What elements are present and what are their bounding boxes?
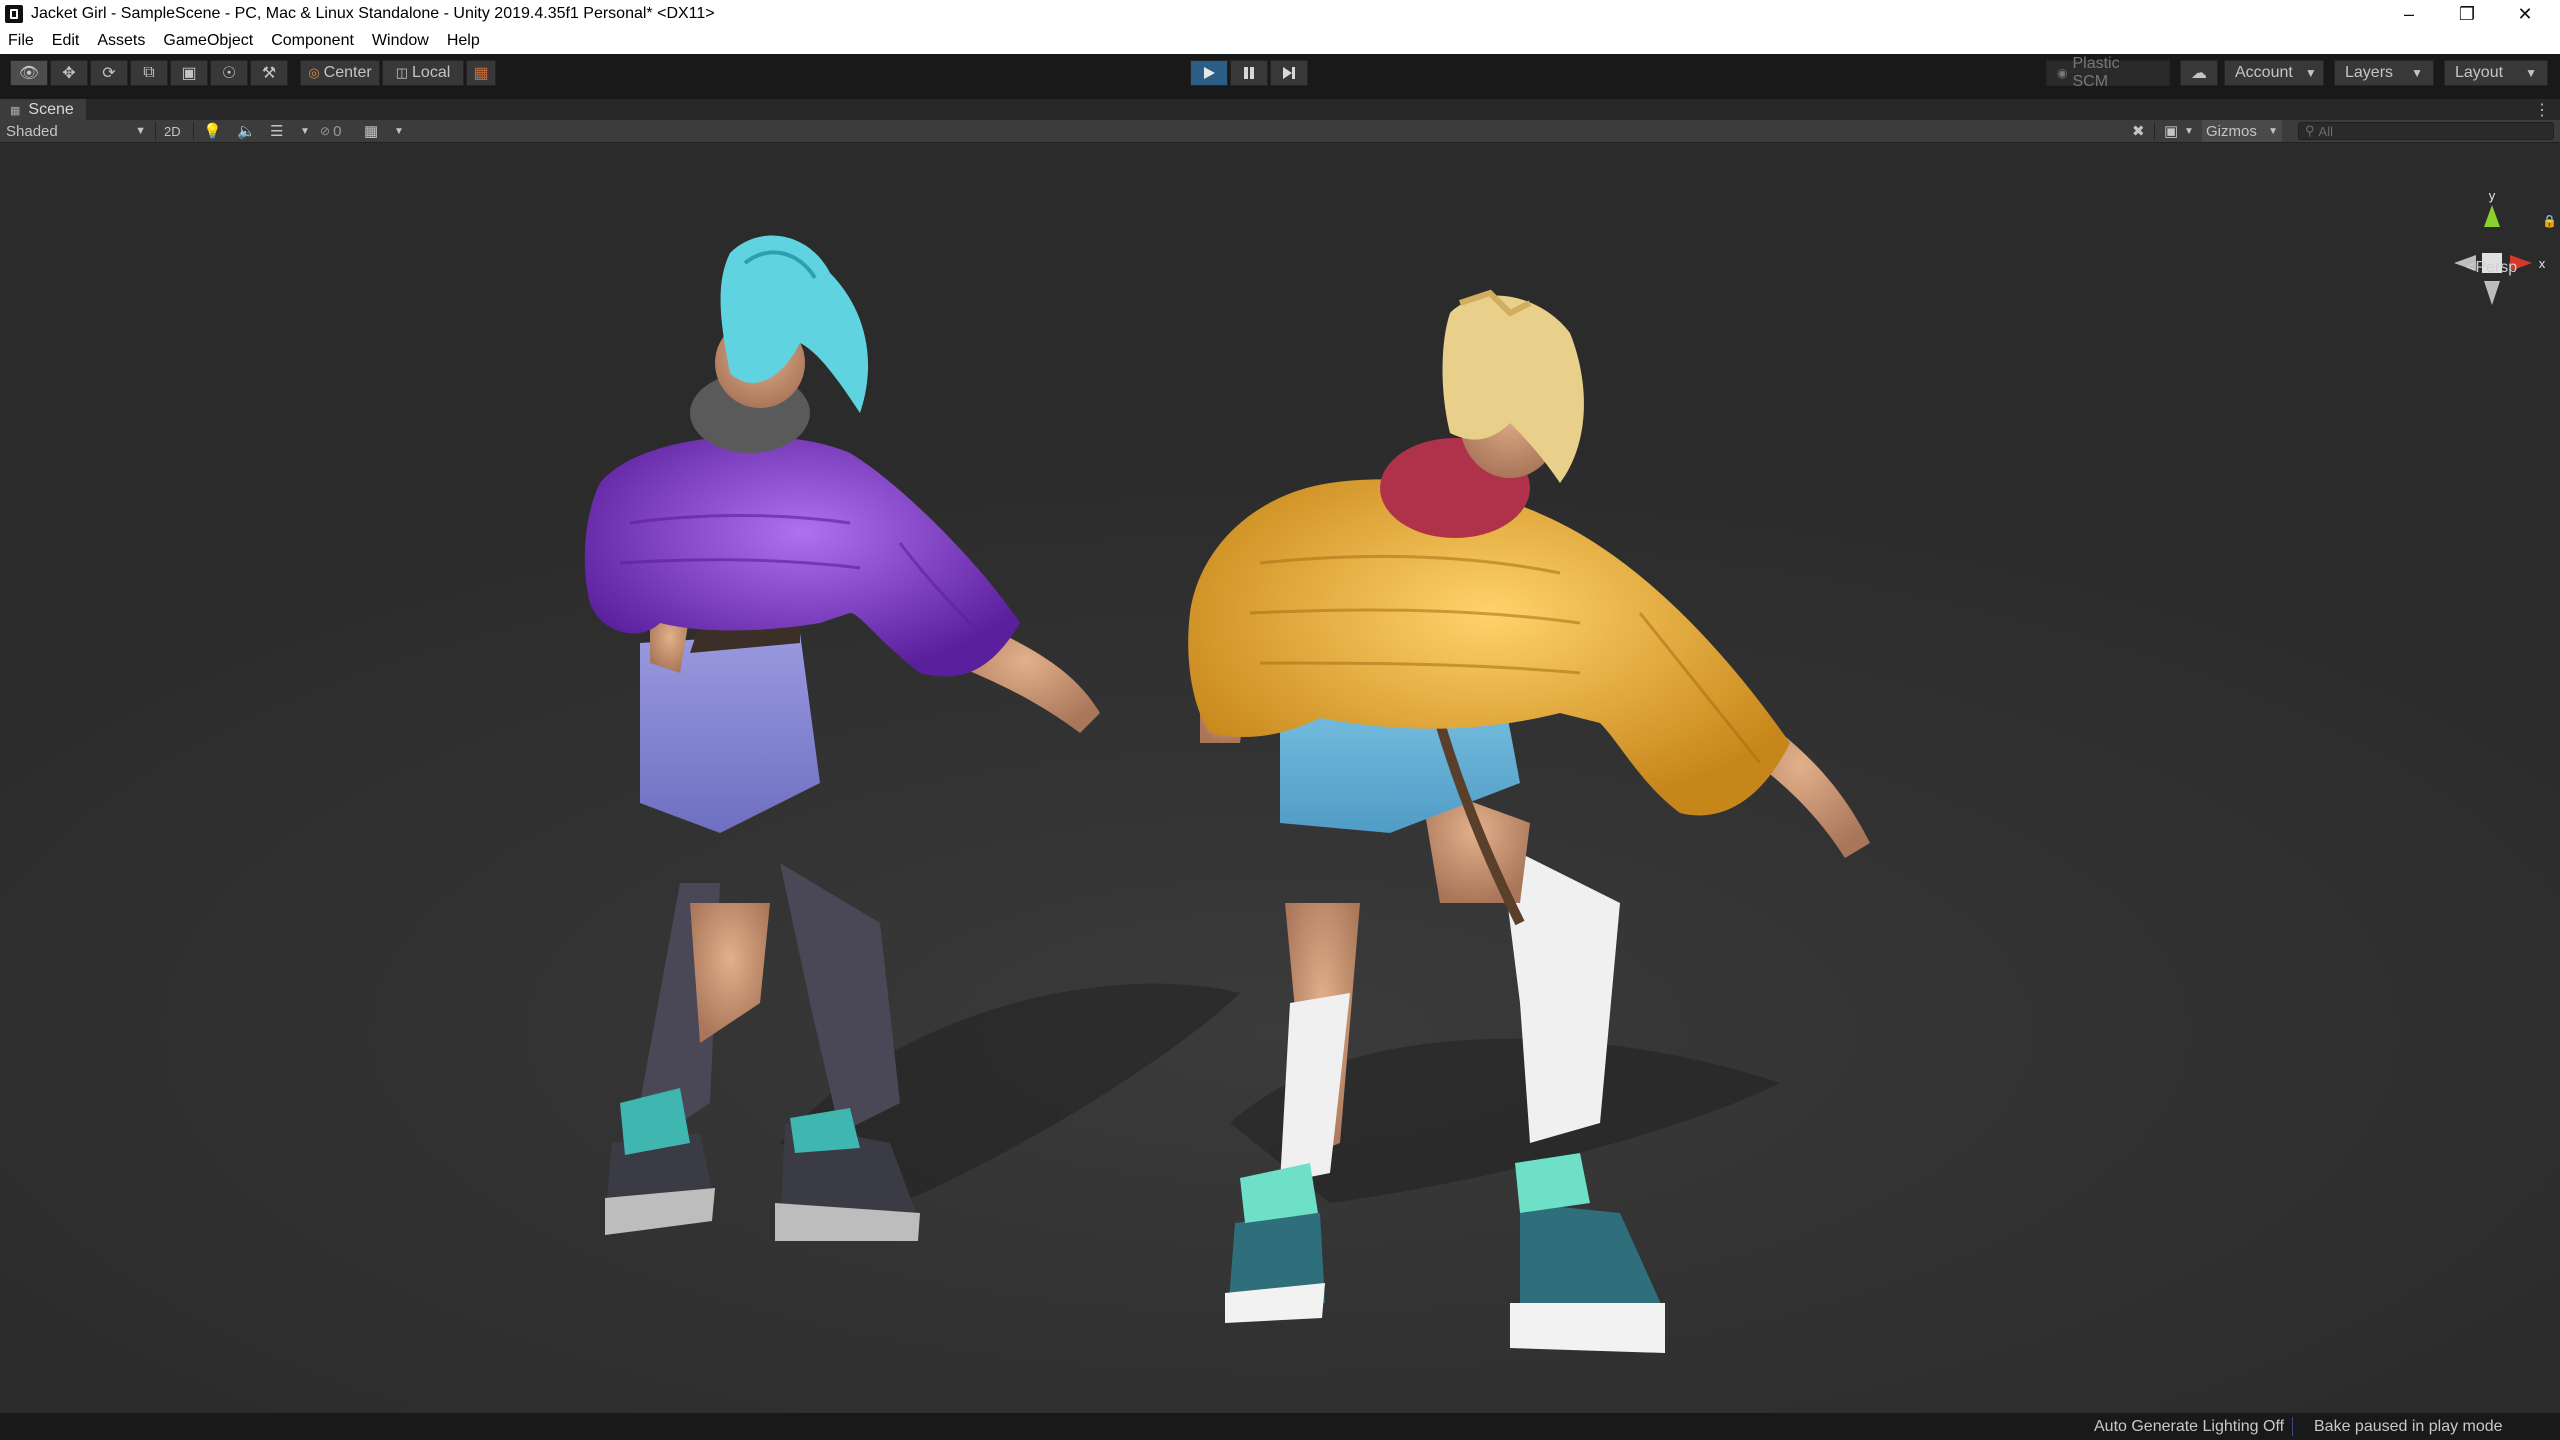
scene-render: y x 🔒: [584, 188, 2557, 1353]
hidden-eye-icon: ⊘: [320, 124, 331, 138]
plastic-scm-icon: ◉: [2057, 66, 2068, 80]
close-icon[interactable]: ✕: [2496, 0, 2554, 28]
scene-visibility-button[interactable]: ⊘ 0: [320, 120, 341, 142]
chevron-down-icon: ▼: [2411, 66, 2423, 80]
menu-component[interactable]: Component: [262, 32, 363, 50]
status-bar: Auto Generate Lighting Off Bake paused i…: [0, 1413, 2560, 1440]
bake-status[interactable]: Bake paused in play mode: [2314, 1418, 2503, 1436]
layout-label: Layout: [2455, 64, 2504, 81]
grid-icon: ▦: [10, 104, 21, 117]
menu-assets[interactable]: Assets: [88, 32, 154, 50]
orientation-gizmo: y x 🔒: [2454, 188, 2557, 305]
menu-edit[interactable]: Edit: [43, 32, 89, 50]
menu-file[interactable]: File: [0, 32, 43, 50]
grid-toggle-icon[interactable]: ▦: [364, 120, 378, 142]
pause-button[interactable]: [1230, 60, 1268, 86]
tab-scene[interactable]: ▦ Scene: [0, 99, 86, 121]
cloud-icon: ☁: [2191, 65, 2207, 82]
account-dropdown[interactable]: Account ▼: [2224, 60, 2324, 86]
chevron-down-icon[interactable]: ▼: [394, 120, 404, 142]
tools-icon[interactable]: ✖: [2132, 120, 2145, 142]
layers-label: Layers: [2345, 64, 2394, 81]
menu-gameobject[interactable]: GameObject: [154, 32, 262, 50]
move-tool-icon[interactable]: ✥: [50, 60, 88, 86]
cloud-button[interactable]: ☁: [2180, 60, 2218, 86]
draw-mode-dropdown[interactable]: Shaded ▼: [6, 120, 146, 142]
scene-viewport[interactable]: y x 🔒 <Persp: [0, 143, 2560, 1413]
pivot-icon: ◎: [308, 65, 320, 80]
character-yellow-jacket: [1188, 289, 1870, 1353]
gizmos-dropdown[interactable]: Gizmos ▼: [2202, 120, 2282, 142]
effects-toggle-icon[interactable]: ☰: [270, 120, 283, 142]
plastic-scm-button[interactable]: ◉ Plastic SCM: [2046, 55, 2170, 90]
account-label: Account: [2235, 64, 2293, 81]
pause-icon: [1244, 67, 1254, 79]
plastic-scm-label: Plastic SCM: [2072, 55, 2120, 90]
chevron-down-icon[interactable]: ▼: [300, 120, 310, 142]
minimize-icon[interactable]: –: [2380, 0, 2438, 28]
custom-tool-icon[interactable]: ⚒: [250, 60, 288, 86]
cube-icon: ◫: [395, 65, 409, 80]
persp-icon: <: [2466, 259, 2476, 276]
gizmo-x-label: x: [2539, 256, 2546, 271]
search-placeholder: All: [2318, 123, 2333, 139]
menu-window[interactable]: Window: [363, 32, 438, 50]
search-input[interactable]: ⚲ All: [2298, 122, 2554, 140]
2d-toggle[interactable]: 2D: [164, 120, 181, 142]
step-icon: [1283, 67, 1295, 79]
audio-toggle-icon[interactable]: 🔈: [237, 120, 256, 142]
kebab-menu-icon[interactable]: ⋮: [2534, 100, 2550, 120]
unity-app-icon: [5, 5, 23, 23]
title-bar: Jacket Girl - SampleScene - PC, Mac & Li…: [0, 0, 2560, 28]
gizmo-y-label: y: [2489, 188, 2496, 203]
lighting-status[interactable]: Auto Generate Lighting Off: [2094, 1418, 2284, 1436]
rotate-tool-icon[interactable]: ⟳: [90, 60, 128, 86]
play-button[interactable]: [1190, 60, 1228, 86]
transform-tool-icon[interactable]: ☉: [210, 60, 248, 86]
scene-tab-label: Scene: [28, 101, 74, 118]
menu-bar: File Edit Assets GameObject Component Wi…: [0, 28, 2560, 54]
gizmo-y-arrow: [2484, 205, 2500, 227]
scene-tab-bar: ▦ Scene ⋮: [0, 98, 2560, 121]
lock-icon: 🔒: [2542, 214, 2557, 228]
pivot-center-label: Center: [323, 64, 372, 81]
hidden-count: 0: [333, 122, 342, 140]
lighting-toggle-icon[interactable]: 💡: [203, 120, 222, 142]
step-button[interactable]: [1270, 60, 1308, 86]
view-tool-icon[interactable]: 👁: [10, 60, 48, 86]
projection-label[interactable]: <Persp: [2466, 259, 2517, 277]
pivot-center-button[interactable]: ◎ Center: [300, 60, 380, 86]
menu-help[interactable]: Help: [438, 32, 489, 50]
grid-snap-icon[interactable]: ▦: [466, 60, 496, 86]
rect-tool-icon[interactable]: ▣: [170, 60, 208, 86]
chevron-down-icon: ▼: [2525, 66, 2537, 80]
chevron-down-icon[interactable]: ▼: [2184, 120, 2194, 142]
window-title: Jacket Girl - SampleScene - PC, Mac & Li…: [31, 5, 715, 22]
chevron-down-icon: ▼: [2268, 125, 2278, 137]
gizmos-label: Gizmos: [2206, 122, 2257, 140]
pivot-local-label: Local: [412, 64, 451, 81]
play-icon: [1204, 67, 1215, 79]
chevron-down-icon: ▼: [2304, 66, 2317, 80]
scale-tool-icon[interactable]: ⧉: [130, 60, 168, 86]
camera-icon[interactable]: ▣: [2164, 120, 2178, 142]
pivot-local-button[interactable]: ◫ Local: [382, 60, 464, 86]
layers-dropdown[interactable]: Layers ▼: [2334, 60, 2434, 86]
layout-dropdown[interactable]: Layout ▼: [2444, 60, 2548, 86]
search-icon: ⚲: [2305, 123, 2315, 138]
restore-icon[interactable]: ❐: [2438, 0, 2496, 28]
projection-text: Persp: [2475, 259, 2518, 276]
scene-toolbar: Shaded ▼ 2D 💡 🔈 ☰ ▼ ⊘ 0 ▦ ▼ ✖ ▣ ▼ Gizmos…: [0, 120, 2560, 143]
draw-mode-label: Shaded: [6, 122, 58, 140]
chevron-down-icon: ▼: [135, 125, 146, 137]
